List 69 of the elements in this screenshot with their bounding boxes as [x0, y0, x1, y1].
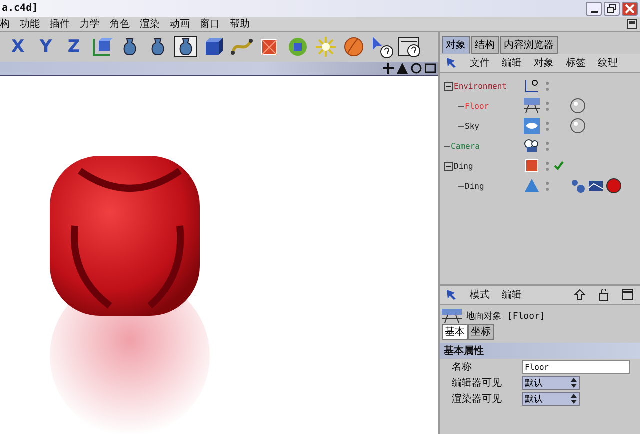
- pointer-icon[interactable]: [446, 57, 458, 69]
- cone-object-icon: [524, 178, 540, 194]
- manager-tab[interactable]: 内容浏览器: [500, 36, 558, 54]
- check-icon[interactable]: [554, 161, 564, 171]
- layout-icon[interactable]: [627, 19, 637, 29]
- menu-item[interactable]: 角色: [110, 17, 130, 31]
- menu-item[interactable]: 窗口: [200, 17, 220, 31]
- menu-item[interactable]: 构: [0, 17, 10, 31]
- collapse-icon[interactable]: [444, 82, 453, 90]
- attribute-tab[interactable]: 基本: [442, 324, 468, 340]
- sky-object-icon: [524, 118, 540, 134]
- menu-item[interactable]: 渲染: [140, 17, 160, 31]
- menu-item[interactable]: 模式: [470, 288, 490, 302]
- menu-item[interactable]: 编辑: [502, 288, 522, 302]
- visibility-dropdown[interactable]: 默认: [522, 376, 580, 390]
- spinner-arrows-icon: [571, 394, 577, 404]
- minimize-icon: [590, 10, 598, 12]
- manager-tab[interactable]: 对象: [442, 36, 470, 54]
- section-header: 基本属性: [440, 343, 640, 359]
- attribute-tab[interactable]: 坐标: [468, 324, 494, 340]
- window-title: a.c4d]: [2, 3, 38, 14]
- material-tag-icon[interactable]: [570, 98, 586, 114]
- spinner-arrows-icon: [571, 378, 577, 388]
- texture-tag-icon[interactable]: [588, 178, 604, 194]
- up-arrow-icon[interactable]: [574, 289, 586, 301]
- menu-item[interactable]: 插件: [50, 17, 70, 31]
- field-label: 渲染器可见: [452, 392, 503, 406]
- object-name[interactable]: Environment: [454, 82, 507, 90]
- move-view-icon[interactable]: [383, 63, 394, 74]
- menu-item[interactable]: 力学: [80, 17, 100, 31]
- viewport[interactable]: [0, 76, 438, 434]
- menu-item[interactable]: 文件: [470, 56, 490, 70]
- rotate-view-icon[interactable]: [411, 63, 422, 74]
- pointer-icon[interactable]: [446, 289, 458, 301]
- visibility-dropdown[interactable]: 默认: [522, 392, 580, 406]
- null-object-icon: [524, 78, 540, 94]
- object-name[interactable]: Sky: [465, 122, 480, 130]
- vase-doc-icon[interactable]: [174, 35, 198, 59]
- camera-object-icon: [524, 138, 540, 154]
- new-window-icon[interactable]: [622, 289, 634, 301]
- collapse-icon[interactable]: [444, 162, 453, 170]
- menu-item[interactable]: 纹理: [598, 56, 618, 70]
- object-name[interactable]: Ding: [454, 162, 474, 170]
- cube-object-icon: [524, 158, 540, 174]
- menu-item[interactable]: 帮助: [230, 17, 250, 31]
- manager-tab[interactable]: 结构: [471, 36, 499, 54]
- name-field[interactable]: Floor: [522, 360, 630, 374]
- help-arrow-icon[interactable]: [370, 35, 394, 59]
- menu-item[interactable]: 对象: [534, 56, 554, 70]
- close-button[interactable]: [622, 2, 638, 16]
- menu-item[interactable]: 编辑: [502, 56, 522, 70]
- light-ball-icon[interactable]: [342, 35, 366, 59]
- object-name[interactable]: Ding: [465, 182, 484, 190]
- help-render-icon[interactable]: [398, 35, 422, 59]
- spheres-tag-icon[interactable]: [570, 178, 586, 194]
- menu-item[interactable]: 动画: [170, 17, 190, 31]
- object-title: 地面对象 [Floor]: [466, 310, 546, 322]
- ball-tag-icon[interactable]: [606, 178, 622, 194]
- minimize-button[interactable]: [586, 2, 602, 16]
- floor-object-icon: [524, 98, 540, 114]
- field-label: 名称: [452, 361, 473, 374]
- menu-item[interactable]: 功能: [20, 17, 40, 31]
- menu-item[interactable]: 标签: [566, 56, 586, 70]
- floor-object-icon: [442, 309, 462, 323]
- maximize-view-icon[interactable]: [425, 63, 436, 74]
- material-tag-icon[interactable]: [570, 118, 586, 134]
- lock-icon[interactable]: [598, 289, 610, 301]
- field-label: 编辑器可见: [452, 376, 503, 390]
- restore-button[interactable]: [604, 2, 620, 16]
